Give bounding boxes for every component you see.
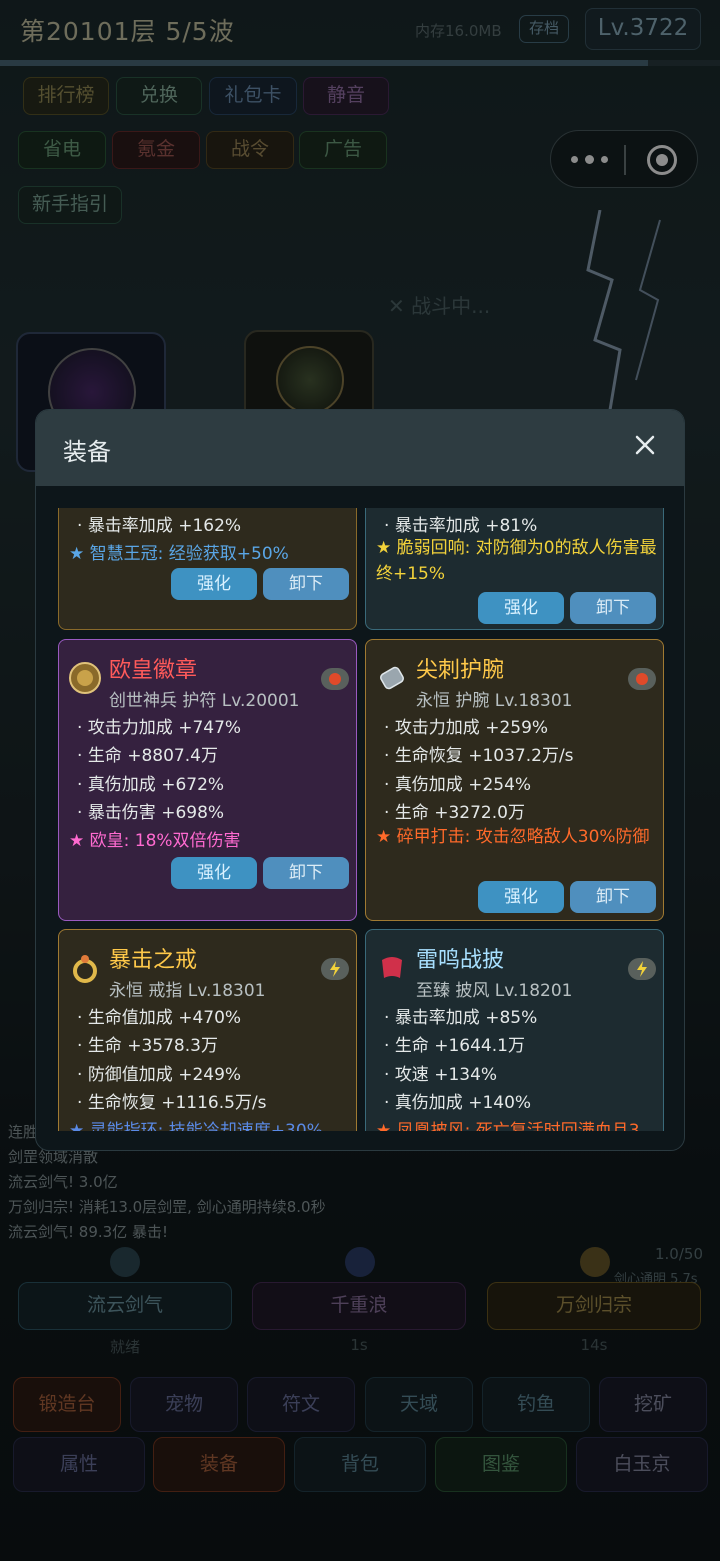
stat-line: · 攻速 +134% [384, 1065, 498, 1085]
stat-line: · 防御值加成 +249% [77, 1065, 242, 1085]
item-subtitle: 至臻 披风 Lv.18201 [416, 981, 573, 1001]
stat-line: · 生命 +3272.0万 [384, 803, 525, 823]
stat-line: · 真伤加成 +672% [77, 775, 225, 795]
special-effect: ★ 碎甲打击: 攻击忽略敌人30%防御 [376, 827, 650, 847]
close-icon[interactable] [634, 434, 656, 456]
stat-line: · 真伤加成 +140% [384, 1093, 532, 1113]
item-name: 暴击之戒 [109, 948, 198, 973]
item-subtitle: 创世神兵 护符 Lv.20001 [109, 691, 300, 711]
special-effect: ★ 欧皇: 18%双倍伤害 [69, 831, 241, 851]
unequip-button[interactable]: 卸下 [570, 881, 656, 913]
enhance-button[interactable]: 强化 [478, 881, 564, 913]
game-screen: { "header": {"title": "第20101层 5/5波", "m… [0, 0, 720, 1561]
lightning-element-icon [321, 958, 349, 980]
stat-line: · 攻击力加成 +259% [384, 718, 549, 738]
item-name: 雷鸣战披 [416, 948, 505, 973]
cloak-icon [382, 957, 402, 978]
lightning-element-icon [628, 958, 656, 980]
unequip-button[interactable]: 卸下 [570, 592, 656, 624]
stat-line: · 暴击伤害 +698% [77, 803, 225, 823]
item-name: 欧皇徽章 [109, 658, 198, 683]
stat-line: · 生命 +3578.3万 [77, 1036, 218, 1056]
stat-line: · 生命 +8807.4万 [77, 746, 218, 766]
equipment-card: 尖刺护腕 永恒 护腕 Lv.18301 · 攻击力加成 +259% · 生命恢复… [365, 639, 664, 921]
stat-line: · 生命恢复 +1116.5万/s [77, 1093, 267, 1113]
equipment-card: 暴击之戒 永恒 戒指 Lv.18301 · 生命值加成 +470% · 生命 +… [58, 929, 357, 1131]
fire-element-icon [321, 668, 349, 690]
equipment-card: 雷鸣战披 至臻 披风 Lv.18201 · 暴击率加成 +85% · 生命 +1… [365, 929, 664, 1131]
stat-line: · 攻击力加成 +747% [77, 718, 242, 738]
stat-line: · 生命恢复 +1037.2万/s [384, 746, 574, 766]
item-subtitle: 永恒 戒指 Lv.18301 [109, 981, 266, 1001]
special-effect: ★ 智慧王冠: 经验获取+50% [69, 544, 289, 564]
special-effect: ★ 凤凰披风: 死亡复活时回满血且3 [376, 1121, 640, 1131]
equipment-list[interactable]: · 暴击率加成 +162% ★ 智慧王冠: 经验获取+50% 强化 卸下 · 暴… [36, 508, 684, 1131]
bracer-icon [380, 666, 404, 690]
special-effect: ★ 灵能指环: 技能冷却速度+30% [69, 1121, 323, 1131]
stat-line: · 生命值加成 +470% [77, 1008, 242, 1028]
equipment-card: · 暴击率加成 +162% ★ 智慧王冠: 经验获取+50% 强化 卸下 [58, 508, 357, 630]
enhance-button[interactable]: 强化 [171, 857, 257, 889]
enhance-button[interactable]: 强化 [171, 568, 257, 600]
stat-line: · 真伤加成 +254% [384, 775, 532, 795]
item-subtitle: 永恒 护腕 Lv.18301 [416, 691, 573, 711]
modal-header: 装备 [36, 410, 684, 486]
stat-line: · 暴击率加成 +162% [77, 516, 242, 536]
special-effect: ★ 脆弱回响: 对防御为0的敌人伤害最终+15% [376, 538, 657, 584]
fire-element-icon [628, 668, 656, 690]
stat-line: · 暴击率加成 +81% [384, 516, 538, 536]
equipment-card: · 暴击率加成 +81% ★ 脆弱回响: 对防御为0的敌人伤害最终+15% 强化… [365, 508, 664, 630]
equipment-card: 欧皇徽章 创世神兵 护符 Lv.20001 · 攻击力加成 +747% · 生命… [58, 639, 357, 921]
equipment-modal: 装备 · 暴击率加成 +162% ★ 智慧王冠: 经验获取+50% 强化 卸下 … [35, 409, 685, 1151]
stat-line: · 生命 +1644.1万 [384, 1036, 525, 1056]
medal-icon [69, 662, 101, 694]
ring-icon [73, 955, 97, 983]
item-name: 尖刺护腕 [416, 658, 505, 683]
unequip-button[interactable]: 卸下 [263, 568, 349, 600]
stat-line: · 暴击率加成 +85% [384, 1008, 538, 1028]
enhance-button[interactable]: 强化 [478, 592, 564, 624]
unequip-button[interactable]: 卸下 [263, 857, 349, 889]
modal-title: 装备 [63, 438, 111, 466]
